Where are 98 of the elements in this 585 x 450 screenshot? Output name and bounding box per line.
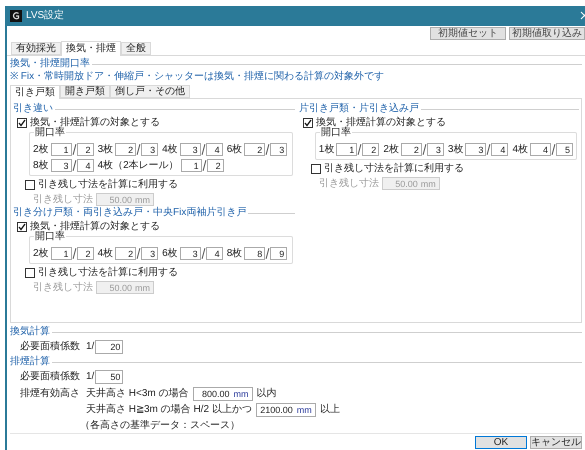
field-label: 必要面積係数 (20, 371, 80, 383)
group-header: 換気計算 (10, 326, 50, 338)
numerator-field[interactable]: 3 (180, 247, 201, 260)
condition-text: 天井高さ H<3m の場合 (86, 388, 189, 400)
field-label: 2枚 (33, 248, 49, 260)
tab[interactable]: 引き戸類 (10, 85, 60, 99)
group-header: 引き違い (13, 103, 53, 115)
suffix-text: 以内 (256, 388, 277, 400)
denominator-field[interactable]: 3 (141, 247, 158, 260)
window-title: LVS設定 (26, 10, 64, 22)
app-icon (10, 10, 22, 22)
field-label: 4枚 (512, 144, 528, 156)
checkbox-label: 引き残し寸法を計算に利用する (324, 163, 464, 175)
coefficient-field[interactable]: 20 (95, 340, 124, 354)
checkbox-label: 換気・排煙計算の対象とする (30, 117, 160, 128)
condition-text: 天井高さ H≧3m の場合 H/2 以上かつ (86, 404, 252, 416)
tab[interactable]: 全般 (121, 42, 151, 55)
group-header: 引き分け戸類・両引き込み戸・中央Fix両袖片引き戸 (13, 207, 246, 219)
toolbar-button[interactable]: 初期値取り込み (509, 27, 585, 40)
height-field[interactable]: 2100.00 mm (256, 403, 316, 417)
denominator-field[interactable]: 4 (491, 143, 508, 156)
checkbox-label: 引き残し寸法を計算に利用する (38, 267, 178, 279)
group-title: 開口率 (320, 127, 352, 139)
field-label: 6枚 (226, 144, 242, 156)
slash-mark (72, 248, 76, 259)
checkbox-label: 換気・排煙計算の対象とする (316, 117, 446, 128)
tab[interactable]: 開き戸類 (60, 85, 110, 98)
dialog-button[interactable]: キャンセル (530, 436, 582, 449)
numerator-field[interactable]: 1 (50, 143, 72, 156)
checkbox-label: 引き残し寸法を計算に利用する (38, 179, 178, 191)
numerator-field[interactable]: 3 (50, 159, 72, 172)
numerator-field[interactable]: 1 (336, 143, 358, 156)
numerator-field[interactable]: 2 (115, 143, 136, 156)
field-label: 1枚 (318, 144, 334, 156)
tab[interactable]: 換気・排煙 (61, 41, 121, 56)
numerator-field[interactable]: 4 (530, 143, 551, 156)
field-label: 排煙有効高さ (20, 388, 80, 401)
group-title: 開口率 (34, 231, 66, 243)
suffix-text: 以上 (320, 404, 340, 416)
field-label: 4枚（2本レール） (98, 160, 179, 172)
checkbox[interactable] (17, 222, 27, 232)
height-field[interactable]: 800.00 mm (192, 387, 253, 401)
slash-mark (487, 144, 491, 155)
field-label: 必要面積係数 (20, 341, 80, 353)
numerator-field[interactable]: 2 (244, 143, 266, 156)
coefficient-field[interactable]: 50 (95, 370, 124, 384)
denominator-field[interactable]: 3 (426, 143, 444, 156)
field-label: 4枚 (98, 248, 114, 260)
field-label: 6枚 (162, 248, 178, 260)
denominator-field[interactable]: 4 (206, 143, 223, 156)
checkbox[interactable] (25, 180, 35, 190)
slash-mark (72, 144, 76, 155)
dialog-button[interactable]: OK (475, 436, 527, 449)
denominator-field[interactable]: 4 (206, 247, 223, 260)
numerator-field[interactable]: 8 (244, 247, 266, 260)
field-label: 引き残し寸法 (33, 194, 93, 206)
slash-mark (552, 144, 556, 155)
denominator-field[interactable]: 2 (362, 143, 380, 156)
field-label: 2枚 (383, 144, 399, 156)
checkbox[interactable] (17, 118, 27, 128)
tab[interactable]: 倒し戸・その他 (110, 85, 190, 98)
denominator-field[interactable]: 5 (556, 143, 573, 156)
field-label: 3枚 (98, 144, 114, 156)
field-label: 4枚 (162, 144, 178, 156)
group-header: 換気・排煙開口率 (10, 58, 90, 70)
toolbar-button[interactable]: 初期値セット (430, 27, 506, 40)
numerator-field[interactable]: 2 (400, 143, 422, 156)
group-header: 排煙計算 (10, 356, 50, 368)
denominator-field[interactable]: 3 (141, 143, 158, 156)
field-label: 8枚 (33, 160, 49, 172)
numerator-field[interactable]: 1 (180, 159, 202, 172)
denominator-field[interactable]: 3 (270, 143, 288, 156)
prefix-text: 1/ (86, 341, 94, 353)
field-label: 引き残し寸法 (318, 178, 379, 190)
checkbox[interactable] (25, 268, 35, 278)
denominator-field[interactable]: 4 (76, 159, 94, 172)
checkbox[interactable] (310, 164, 321, 174)
denominator-field[interactable]: 2 (76, 143, 94, 156)
field-label: 8枚 (226, 248, 242, 260)
denominator-field[interactable]: 2 (76, 247, 94, 260)
numerator-field[interactable]: 3 (180, 143, 201, 156)
denominator-field[interactable]: 9 (270, 247, 288, 260)
numerator-field[interactable]: 3 (465, 143, 486, 156)
note-text: ※ Fix・常時開放ドア・伸縮戸・シャッターは換気・排煙に関わる計算の対象外です (10, 71, 386, 83)
tab[interactable]: 有効採光 (11, 42, 61, 55)
numerator-field[interactable]: 1 (50, 247, 72, 260)
note-text: （各高さの基準データ：スペース） (80, 420, 241, 432)
field-label: 3枚 (448, 144, 464, 156)
checkbox-label: 換気・排煙計算の対象とする (30, 221, 160, 232)
field-label: 引き残し寸法 (33, 282, 93, 294)
checkbox[interactable] (302, 118, 313, 128)
field-label: 2枚 (33, 144, 49, 156)
numerator-field[interactable]: 2 (115, 247, 136, 260)
denominator-field[interactable]: 2 (206, 159, 224, 172)
group-header: 片引き戸類・片引き込み戸 (298, 103, 419, 115)
slash-mark (72, 160, 76, 171)
group-title: 開口率 (34, 127, 66, 139)
prefix-text: 1/ (86, 371, 94, 383)
